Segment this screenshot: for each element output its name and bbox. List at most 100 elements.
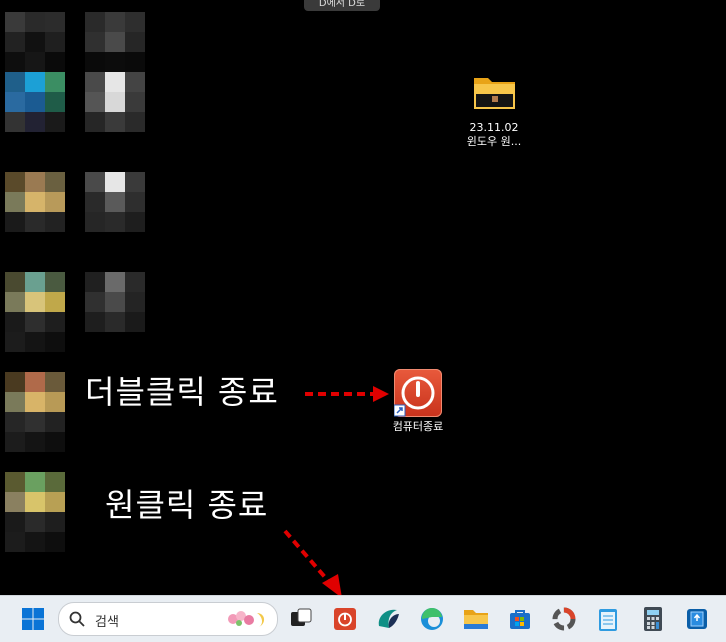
pixel-tile — [105, 212, 125, 232]
pixel-tile — [105, 12, 125, 32]
folder-label: 23.11.02 윈도우 원... — [448, 121, 540, 149]
settings-app-icon[interactable] — [549, 604, 579, 634]
pixel-tile — [45, 192, 65, 212]
search-placeholder: 검색 — [95, 615, 119, 630]
pixel-tile — [45, 532, 65, 552]
pixel-tile — [125, 212, 145, 232]
pixel-tile — [45, 32, 65, 52]
task-view-icon[interactable] — [286, 604, 316, 634]
pixel-tile — [85, 212, 105, 232]
pixel-tile — [45, 172, 65, 192]
pixel-tile — [105, 272, 125, 292]
pixel-tile — [45, 92, 65, 112]
pixel-tile — [125, 312, 145, 332]
pixel-tile — [5, 332, 25, 352]
pixel-tile — [45, 372, 65, 392]
pixel-tile — [125, 292, 145, 312]
pixel-tile — [25, 372, 45, 392]
pixel-tile — [25, 32, 45, 52]
pixel-tile — [25, 172, 45, 192]
pixel-tile — [25, 212, 45, 232]
pixel-tile — [25, 52, 45, 72]
pixel-tile — [5, 72, 25, 92]
top-window-label: D에서 D로 — [304, 0, 380, 11]
app-icon[interactable] — [373, 604, 403, 634]
pixel-tile — [25, 72, 45, 92]
pixel-tile — [125, 92, 145, 112]
pixel-tile — [105, 52, 125, 72]
search-box[interactable]: 검색 — [58, 602, 278, 636]
pixel-tile — [85, 92, 105, 112]
double-click-annotation: 더블클릭 종료 — [85, 373, 279, 411]
pixel-tile — [5, 512, 25, 532]
pixel-tile — [25, 12, 45, 32]
pixel-tile — [85, 72, 105, 92]
pixel-tile — [125, 272, 145, 292]
pixel-tile — [45, 52, 65, 72]
file-explorer-icon[interactable] — [461, 604, 491, 634]
folder-label-line1: 23.11.02 — [469, 121, 519, 134]
pixel-tile — [5, 412, 25, 432]
pixel-tile — [25, 512, 45, 532]
pixel-tile — [45, 212, 65, 232]
search-highlight-icon — [228, 611, 265, 627]
pixel-tile — [85, 12, 105, 32]
pixel-tile — [125, 172, 145, 192]
pixel-tile — [45, 12, 65, 32]
pixel-tile — [125, 32, 145, 52]
taskbar: 검색 — [0, 595, 726, 642]
folder-label-line2: 윈도우 원... — [466, 135, 522, 148]
pixel-tile — [45, 312, 65, 332]
pixel-tile — [45, 492, 65, 512]
calculator-icon[interactable] — [638, 604, 668, 634]
pixel-tile — [5, 172, 25, 192]
pixel-tile — [5, 12, 25, 32]
pixel-tile — [45, 512, 65, 532]
pixel-tile — [45, 292, 65, 312]
pixel-tile — [25, 272, 45, 292]
pixel-tile — [5, 472, 25, 492]
pixel-tile — [45, 392, 65, 412]
pixel-tile — [5, 32, 25, 52]
pixel-tile — [45, 272, 65, 292]
shutdown-shortcut-icon[interactable] — [393, 369, 442, 417]
pixel-tile — [45, 472, 65, 492]
pixel-tile — [85, 192, 105, 212]
pixel-tile — [105, 32, 125, 52]
pixel-tile — [5, 52, 25, 72]
notepad-icon[interactable] — [593, 604, 623, 634]
pixel-tile — [105, 72, 125, 92]
pixel-tile — [105, 312, 125, 332]
pixel-tile — [105, 292, 125, 312]
pixel-tile — [25, 412, 45, 432]
pixel-tile — [5, 492, 25, 512]
pixel-tile — [5, 112, 25, 132]
pixel-tile — [105, 172, 125, 192]
pixel-tile — [25, 312, 45, 332]
pixel-tile — [5, 272, 25, 292]
pixel-tile — [5, 192, 25, 212]
pixel-tile — [25, 92, 45, 112]
pixel-tile — [125, 112, 145, 132]
pixel-tile — [25, 112, 45, 132]
pixel-tile — [85, 272, 105, 292]
pixel-tile — [25, 332, 45, 352]
pixel-tile — [25, 192, 45, 212]
shutdown-taskbar-icon[interactable] — [330, 604, 360, 634]
edge-icon[interactable] — [417, 604, 447, 634]
search-icon — [69, 611, 85, 627]
pixel-tile — [5, 212, 25, 232]
app-icon-blue[interactable] — [682, 604, 712, 634]
pixel-tile — [5, 432, 25, 452]
pixel-tile — [25, 472, 45, 492]
pixel-tile — [5, 372, 25, 392]
pixel-tile — [5, 92, 25, 112]
folder-icon[interactable] — [473, 74, 516, 110]
start-icon[interactable] — [18, 604, 48, 634]
pixel-tile — [45, 72, 65, 92]
store-icon[interactable] — [505, 604, 535, 634]
pixel-tile — [85, 52, 105, 72]
arrow-to-taskbar — [283, 529, 342, 598]
pixel-tile — [85, 292, 105, 312]
pixel-tile — [25, 492, 45, 512]
